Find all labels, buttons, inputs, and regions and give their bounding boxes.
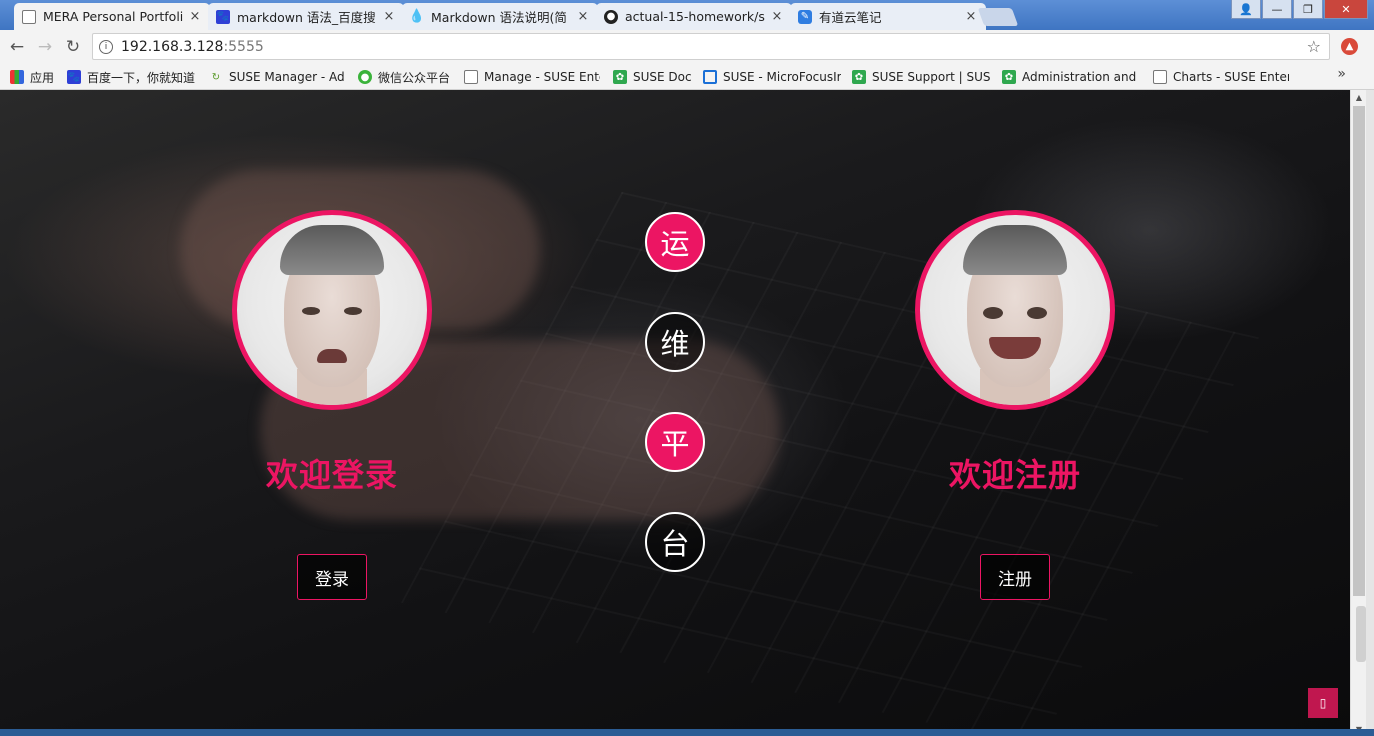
address-toolbar: ← → ↻ i 192.168.3.128:5555 ☆ ▲	[0, 30, 1374, 64]
back-to-top-button[interactable]: ▯	[1308, 688, 1338, 718]
bookmark-label: Charts - SUSE Enterp	[1173, 70, 1289, 84]
new-tab-button[interactable]	[977, 8, 1019, 26]
github-icon: ●	[604, 9, 618, 24]
suse-chameleon-icon: ✿	[613, 70, 627, 84]
tab-markdown-baidu[interactable]: 🐾 markdown 语法_百度搜 ×	[208, 3, 404, 30]
window-controls: 👤 — ❐ ✕	[1230, 0, 1368, 19]
bookmark-label: 百度一下，你就知道	[87, 70, 196, 85]
bookmark-manage-suse[interactable]: Manage - SUSE Ente	[464, 68, 600, 86]
markdown-drop-icon: 💧	[408, 9, 426, 24]
tab-youdao-note[interactable]: ✎ 有道云笔记 ×	[790, 3, 986, 30]
extension-icon[interactable]: ▲	[1341, 38, 1358, 55]
bookmark-baidu[interactable]: 🐾 百度一下，你就知道	[67, 68, 201, 86]
os-taskbar	[0, 729, 1374, 736]
page-icon	[22, 9, 36, 24]
url-port: :5555	[223, 38, 264, 55]
circle-char-3: 平	[645, 412, 705, 472]
tab-title: markdown 语法_百度搜	[237, 10, 376, 25]
window-close-icon[interactable]: ✕	[1324, 0, 1368, 19]
window-edge	[1366, 90, 1374, 736]
bookmark-label: Manage - SUSE Ente	[484, 70, 600, 84]
close-icon[interactable]: ×	[770, 9, 784, 24]
back-arrow-icon[interactable]: ←	[6, 36, 28, 58]
user-icon[interactable]: 👤	[1231, 0, 1261, 19]
register-welcome-heading: 欢迎注册	[948, 456, 1081, 494]
resize-handle[interactable]	[1356, 606, 1366, 662]
tab-github-homework[interactable]: ● actual-15-homework/s ×	[596, 3, 792, 30]
page-icon	[464, 70, 478, 84]
bookmark-suse-doc[interactable]: ✿ SUSE Doc	[613, 68, 693, 86]
circle-char-1: 运	[645, 212, 705, 272]
scrollbar-thumb[interactable]	[1353, 106, 1365, 596]
register-button[interactable]: 注册	[980, 554, 1050, 600]
bookmark-label: SUSE Support | SUSE	[872, 70, 990, 84]
bookmark-label: 微信公众平台	[378, 70, 451, 85]
bookmark-administration[interactable]: ✿ Administration and	[1002, 68, 1140, 86]
browser-tab-strip: MERA Personal Portfoli × 🐾 markdown 语法_百…	[0, 0, 1374, 30]
suse-chameleon-icon: ✿	[1002, 70, 1016, 84]
close-icon[interactable]: ×	[576, 9, 590, 24]
baidu-paw-icon: 🐾	[216, 9, 230, 24]
page-viewport: 欢迎登录 登录 运 维 平 台 欢迎注册 注册 ▯	[0, 90, 1350, 736]
suse-manager-icon: ↻	[211, 71, 221, 83]
forward-arrow-icon[interactable]: →	[34, 36, 56, 58]
microfocus-icon	[703, 70, 717, 84]
apps-grid-icon	[10, 70, 24, 84]
bookmark-suse-manager[interactable]: ↻ SUSE Manager - Adr	[209, 68, 345, 86]
bookmark-label: Administration and	[1022, 70, 1137, 84]
register-avatar	[915, 210, 1115, 410]
tab-title: MERA Personal Portfoli	[43, 9, 184, 24]
suse-chameleon-icon: ✿	[852, 70, 866, 84]
bookmark-microfocus[interactable]: SUSE - MicroFocusIr	[703, 68, 841, 86]
baidu-paw-icon: 🐾	[67, 70, 81, 84]
tab-markdown-syntax[interactable]: 💧 Markdown 语法说明(简 ×	[402, 3, 598, 30]
login-button[interactable]: 登录	[297, 554, 367, 600]
close-icon[interactable]: ×	[188, 9, 202, 24]
register-panel: 欢迎注册 注册	[915, 210, 1115, 600]
url-input[interactable]: i 192.168.3.128:5555 ☆	[92, 33, 1330, 60]
info-icon[interactable]: i	[99, 39, 113, 54]
circle-char-2: 维	[645, 312, 705, 372]
bookmark-wechat[interactable]: ● 微信公众平台	[358, 68, 456, 86]
login-avatar	[232, 210, 432, 410]
login-panel: 欢迎登录 登录	[232, 210, 432, 600]
reload-icon[interactable]: ↻	[62, 36, 84, 58]
bookmark-charts-suse[interactable]: Charts - SUSE Enterp	[1153, 68, 1289, 86]
tab-title: 有道云笔记	[819, 10, 882, 25]
login-welcome-heading: 欢迎登录	[265, 456, 398, 494]
circle-char-4: 台	[645, 512, 705, 572]
page-icon	[1153, 70, 1167, 84]
url-host: 192.168.3.128	[121, 38, 224, 55]
bookmark-star-icon[interactable]: ☆	[1307, 37, 1321, 56]
title-circles: 运 维 平 台	[645, 212, 705, 612]
close-icon[interactable]: ×	[382, 9, 396, 24]
scroll-up-arrow-icon[interactable]: ▲	[1351, 90, 1367, 104]
minimize-icon[interactable]: —	[1262, 0, 1292, 19]
youdao-note-icon: ✎	[798, 9, 812, 24]
bookmark-label: 应用	[30, 70, 55, 85]
tab-title: actual-15-homework/s	[625, 9, 765, 24]
bookmarks-overflow-icon[interactable]: »	[1337, 66, 1346, 82]
bookmark-label: SUSE Manager - Adr	[229, 70, 345, 84]
tab-mera-portfolio[interactable]: MERA Personal Portfoli ×	[14, 3, 210, 30]
tab-title: Markdown 语法说明(简	[431, 10, 567, 25]
bookmarks-bar: 应用 🐾 百度一下，你就知道 ↻ SUSE Manager - Adr ● 微信…	[0, 64, 1374, 90]
close-icon[interactable]: ×	[964, 9, 978, 24]
bookmark-label: SUSE Doc	[633, 70, 692, 84]
wechat-icon: ●	[358, 70, 372, 84]
maximize-icon[interactable]: ❐	[1293, 0, 1323, 19]
bookmark-suse-support[interactable]: ✿ SUSE Support | SUSE	[852, 68, 990, 86]
bookmark-label: SUSE - MicroFocusIr	[723, 70, 841, 84]
bookmark-apps[interactable]: 应用	[10, 68, 64, 86]
